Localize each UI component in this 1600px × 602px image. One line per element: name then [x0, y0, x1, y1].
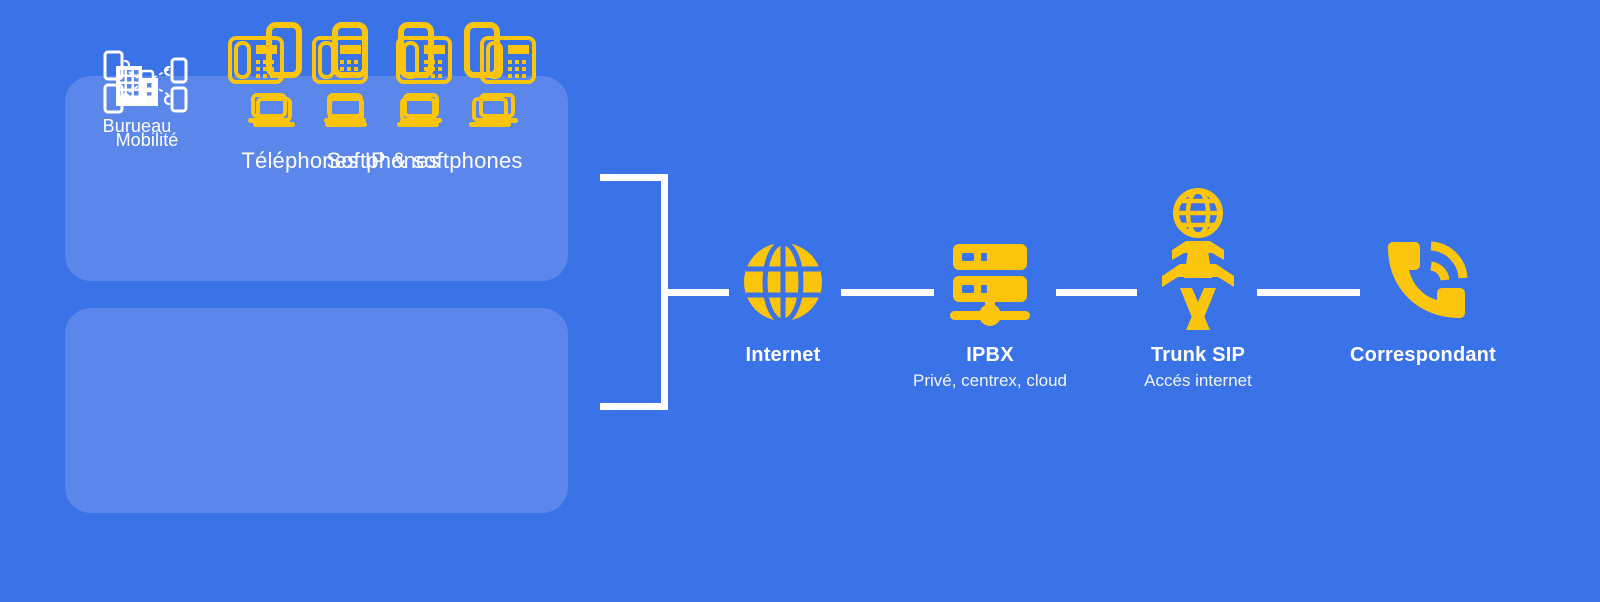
node-trunk-sip-subtitle: Accés internet: [1144, 371, 1252, 390]
diagram-canvas: Burueau Téléphones IP & softphones Mobil…: [0, 0, 1600, 602]
globe-icon: [739, 232, 827, 332]
smartphone-row: [266, 22, 500, 78]
mobility-side-label: Mobilité: [115, 130, 179, 150]
node-ipbx-title: IPBX: [966, 344, 1014, 366]
server-icon: [947, 232, 1033, 332]
node-correspondant-title: Correspondant: [1350, 344, 1496, 366]
laptop-icon: [474, 92, 520, 126]
mobility-side-cluster: Mobilité: [72, 38, 222, 151]
smartphone-icon: [464, 22, 500, 78]
node-ipbx: IPBX Privé, centrex, cloud: [870, 232, 1110, 391]
node-ipbx-subtitle: Privé, centrex, cloud: [912, 371, 1067, 390]
laptop-icon: [322, 92, 368, 126]
smartphone-icon: [266, 22, 302, 78]
node-trunk-sip: Trunk SIP Accés internet: [1078, 188, 1318, 391]
node-internet-title: Internet: [745, 344, 821, 366]
bracket-arm-bottom: [600, 403, 668, 410]
mobility-network-icon: [97, 38, 197, 122]
card-mobility: [65, 308, 568, 513]
node-internet: Internet: [663, 232, 903, 367]
mobility-device-cluster: Softphones: [238, 22, 528, 174]
smartphone-icon: [332, 22, 368, 78]
mobility-devices-caption: Softphones: [326, 148, 440, 173]
laptop-icon: [246, 92, 292, 126]
sip-tower-icon: [1150, 188, 1246, 332]
phone-in-talk-icon: [1375, 232, 1471, 332]
smartphone-icon: [398, 22, 434, 78]
bracket-arm-top: [600, 174, 668, 181]
laptop-row: [246, 92, 520, 126]
laptop-icon: [398, 92, 444, 126]
node-trunk-sip-title: Trunk SIP: [1150, 344, 1246, 366]
node-correspondant: Correspondant: [1303, 232, 1543, 367]
